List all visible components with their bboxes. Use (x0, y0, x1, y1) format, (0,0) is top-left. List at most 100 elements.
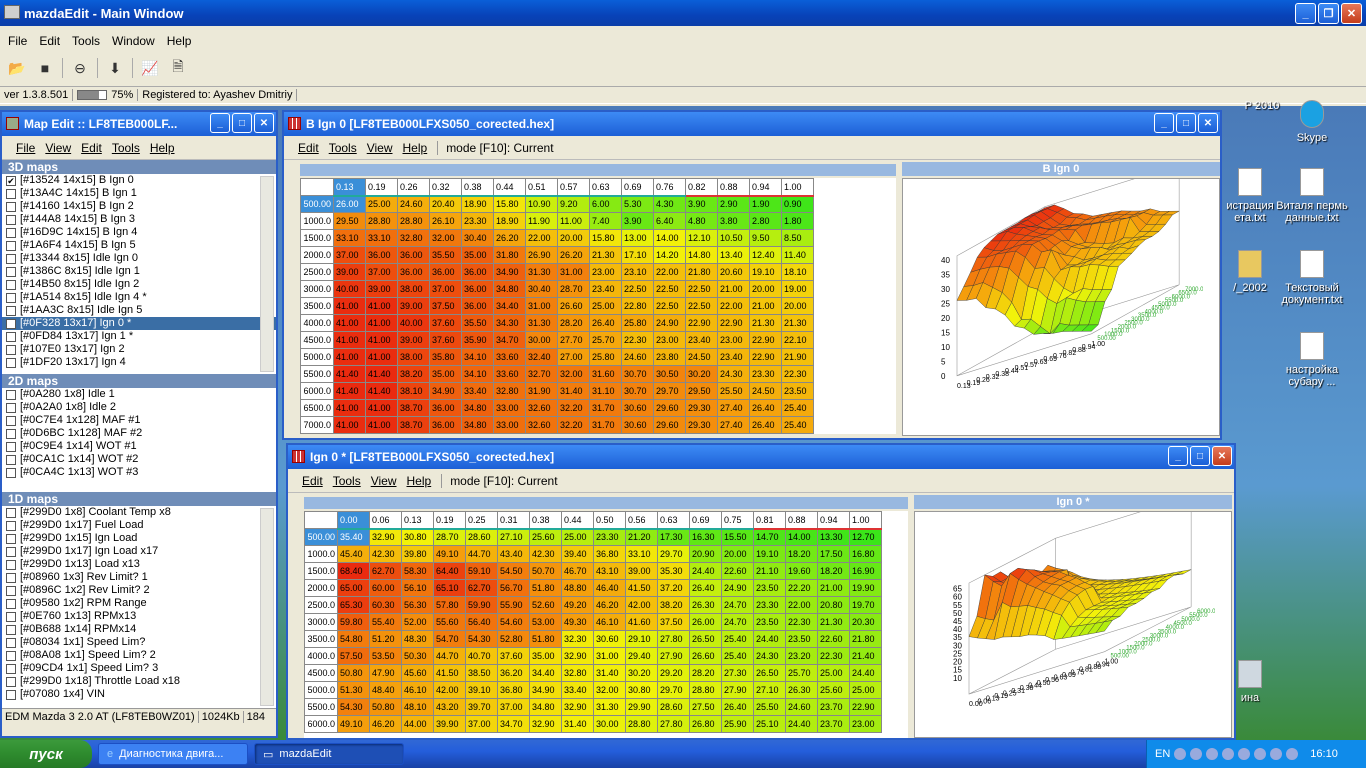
table-cell[interactable]: 9.50 (749, 229, 782, 247)
row-header[interactable]: 7000.0 (300, 416, 334, 434)
table-cell[interactable]: 30.40 (461, 229, 494, 247)
table-cell[interactable]: 23.30 (461, 212, 494, 230)
table-cell[interactable]: 21.40 (849, 647, 882, 665)
table-cell[interactable]: 41.00 (333, 297, 366, 315)
table-cell[interactable]: 40.70 (465, 647, 498, 665)
table-cell[interactable]: 65.30 (337, 596, 370, 614)
menu-help[interactable]: Help (407, 474, 432, 488)
table-cell[interactable]: 39.00 (333, 263, 366, 281)
checkbox[interactable] (6, 507, 16, 518)
table-cell[interactable]: 25.60 (817, 681, 850, 699)
table-cell[interactable]: 31.30 (525, 314, 558, 332)
table-cell[interactable]: 38.00 (397, 348, 430, 366)
table-cell[interactable]: 16.80 (849, 545, 882, 563)
menu-edit[interactable]: Edit (302, 474, 323, 488)
row-header[interactable]: 5500.0 (304, 698, 338, 716)
table-cell[interactable]: 38.20 (657, 596, 690, 614)
table-cell[interactable]: 51.20 (369, 630, 402, 648)
table-cell[interactable]: 21.20 (625, 528, 658, 546)
table-cell[interactable]: 20.30 (849, 613, 882, 631)
table-cell[interactable]: 32.90 (561, 698, 594, 716)
table-cell[interactable]: 39.00 (365, 280, 398, 298)
table-cell[interactable]: 32.60 (525, 416, 558, 434)
table-cell[interactable]: 54.60 (497, 613, 530, 631)
table-cell[interactable]: 32.30 (561, 630, 594, 648)
table-cell[interactable]: 26.50 (753, 664, 786, 682)
column-header[interactable]: 0.00 (337, 511, 370, 530)
table-cell[interactable]: 25.60 (529, 528, 562, 546)
table-cell[interactable]: 24.70 (721, 613, 754, 631)
table-cell[interactable]: 54.70 (433, 630, 466, 648)
table-cell[interactable]: 68.40 (337, 562, 370, 580)
scrollbar[interactable] (260, 508, 274, 706)
table-cell[interactable]: 29.70 (657, 681, 690, 699)
checkbox[interactable] (6, 415, 16, 426)
row-header[interactable]: 2000.0 (300, 246, 334, 264)
table-cell[interactable]: 49.20 (561, 596, 594, 614)
table-cell[interactable]: 25.00 (365, 195, 398, 213)
table-cell[interactable]: 26.20 (557, 246, 590, 264)
menu-window[interactable]: Window (112, 34, 155, 48)
table-cell[interactable]: 39.00 (397, 297, 430, 315)
table-cell[interactable]: 24.60 (397, 195, 430, 213)
table-cell[interactable]: 62.70 (369, 562, 402, 580)
list-2d-maps[interactable]: [#0A280 1x8] Idle 1 [#0A2A0 1x8] Idle 2 [#… (2, 388, 276, 492)
table-cell[interactable]: 33.40 (461, 382, 494, 400)
table-cell[interactable]: 31.60 (589, 365, 622, 383)
start-button[interactable]: пуск (0, 740, 92, 768)
list-item[interactable]: [#0C7E4 1x128] MAF #1 (2, 414, 276, 427)
table-cell[interactable]: 28.80 (689, 681, 722, 699)
table-cell[interactable]: 20.00 (781, 297, 814, 315)
table-cell[interactable]: 54.30 (465, 630, 498, 648)
menu-edit[interactable]: Edit (298, 141, 319, 155)
table-cell[interactable]: 37.60 (429, 314, 462, 332)
table-cell[interactable]: 59.90 (465, 596, 498, 614)
row-header[interactable]: 6500.0 (300, 399, 334, 417)
table-cell[interactable]: 45.60 (401, 664, 434, 682)
table-cell[interactable]: 46.70 (561, 562, 594, 580)
table-cell[interactable]: 33.40 (561, 681, 594, 699)
table-cell[interactable]: 26.60 (557, 297, 590, 315)
table-cell[interactable]: 14.00 (653, 229, 686, 247)
row-header[interactable]: 5000.0 (304, 681, 338, 699)
table-cell[interactable]: 34.80 (493, 280, 526, 298)
taskbar-button-ie[interactable]: e Диагностика двига... (98, 743, 248, 765)
table-cell[interactable]: 26.00 (333, 195, 366, 213)
table-cell[interactable]: 56.70 (497, 579, 530, 597)
table-cell[interactable]: 24.50 (685, 348, 718, 366)
open-folder-icon[interactable]: 📂 (6, 57, 28, 79)
close-button[interactable]: ✕ (1212, 446, 1232, 466)
list-item[interactable]: [#08960 1x3] Rev Limit? 1 (2, 571, 276, 584)
list-item[interactable]: [#14160 14x15] B Ign 2 (2, 200, 276, 213)
checkbox[interactable] (6, 624, 16, 635)
table-cell[interactable]: 17.50 (817, 545, 850, 563)
table-cell[interactable]: 42.00 (625, 596, 658, 614)
table-cell[interactable]: 31.70 (589, 399, 622, 417)
column-header[interactable]: 0.75 (721, 511, 754, 530)
table-cell[interactable]: 24.30 (717, 365, 750, 383)
save-icon[interactable]: ■ (34, 57, 56, 79)
table-cell[interactable]: 28.80 (365, 212, 398, 230)
table-cell[interactable]: 28.20 (557, 314, 590, 332)
table-cell[interactable]: 22.00 (653, 263, 686, 281)
table-cell[interactable]: 31.10 (589, 382, 622, 400)
column-header[interactable]: 0.19 (365, 178, 398, 197)
table-cell[interactable]: 23.50 (753, 613, 786, 631)
list-item[interactable]: ✔ [#13524 14x15] B Ign 0 (2, 174, 276, 187)
table-cell[interactable]: 41.00 (333, 314, 366, 332)
table-cell[interactable]: 34.70 (493, 331, 526, 349)
table-cell[interactable]: 24.90 (653, 314, 686, 332)
row-header[interactable]: 500.00 (300, 195, 334, 213)
table-cell[interactable]: 3.90 (621, 212, 654, 230)
table-cell[interactable]: 26.10 (429, 212, 462, 230)
table-cell[interactable]: 41.00 (365, 348, 398, 366)
table-cell[interactable]: 22.50 (685, 280, 718, 298)
minimize-button[interactable]: _ (1168, 446, 1188, 466)
table-cell[interactable]: 9.20 (557, 195, 590, 213)
list-item[interactable]: [#14B50 8x15] Idle Ign 2 (2, 278, 276, 291)
b-ign-0-titlebar[interactable]: B Ign 0 [LF8TEB000LFXS050_corected.hex] … (284, 112, 1220, 136)
table-cell[interactable]: 44.70 (433, 647, 466, 665)
column-header[interactable]: 0.94 (817, 511, 850, 530)
table-cell[interactable]: 55.60 (433, 613, 466, 631)
table-cell[interactable]: 4.80 (685, 212, 718, 230)
